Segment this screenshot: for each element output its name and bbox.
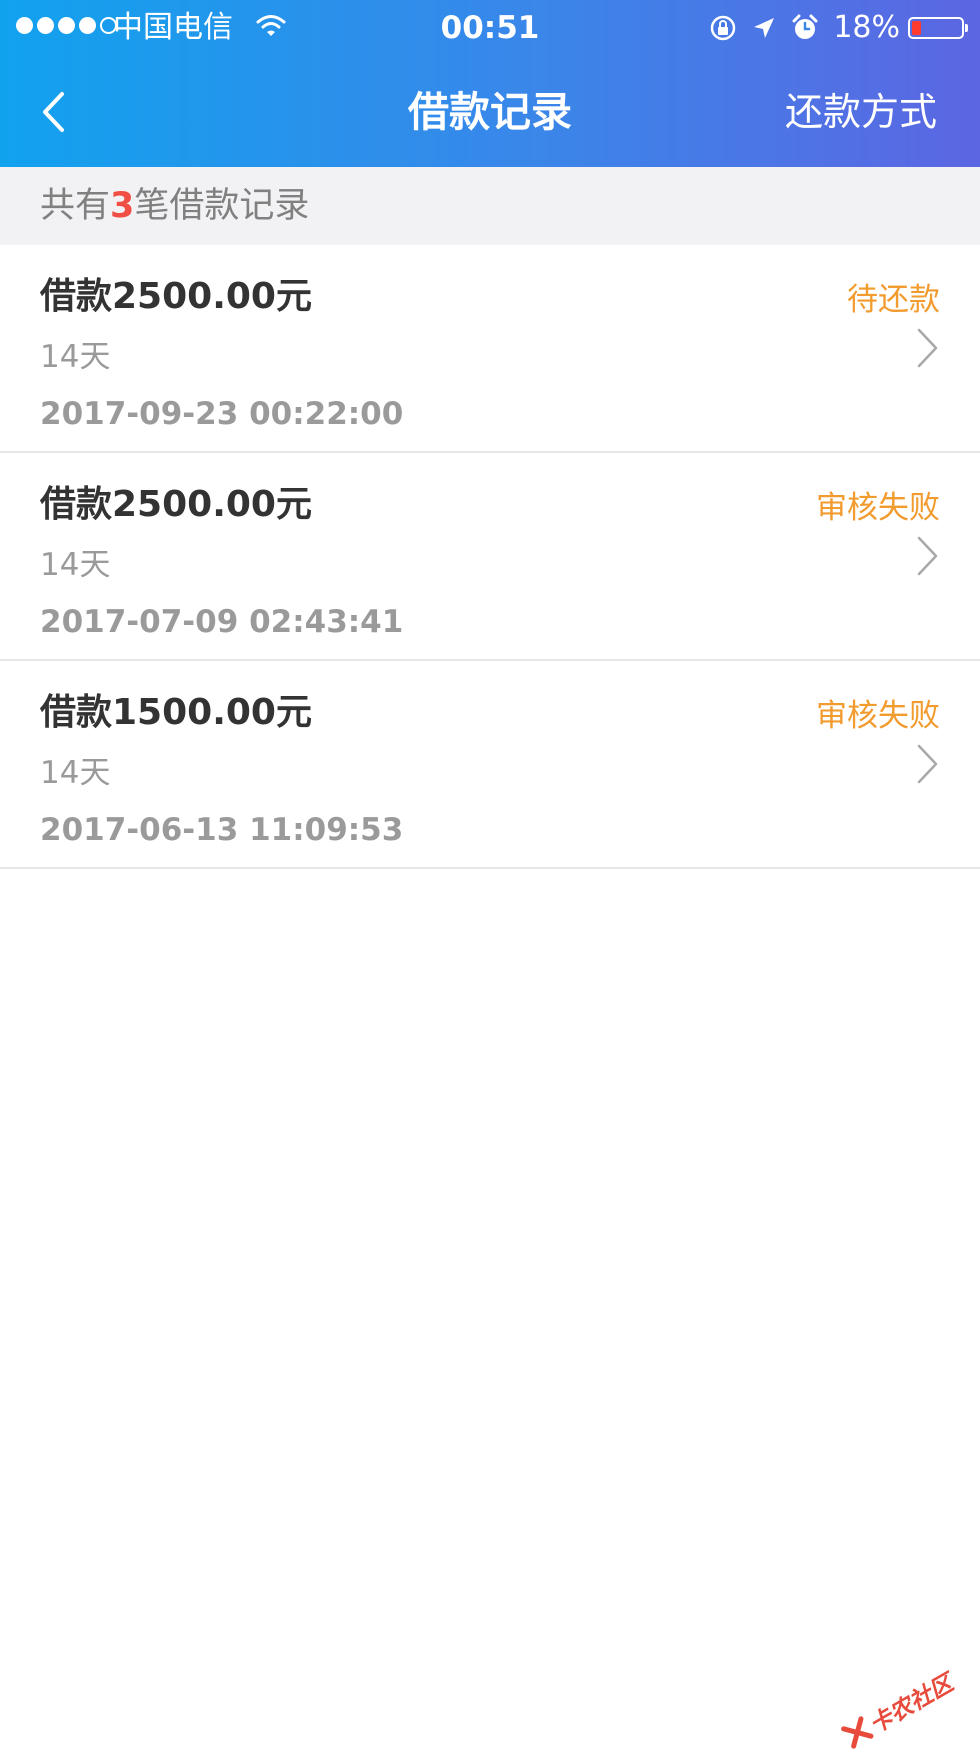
rotation-lock-icon <box>709 14 737 42</box>
navigation-bar: 借款记录 还款方式 <box>0 56 980 167</box>
loan-datetime: 2017-06-13 11:09:53 <box>40 812 404 848</box>
loan-amount: 借款2500.00元 <box>40 276 312 317</box>
summary-suffix: 笔借款记录 <box>134 186 310 226</box>
status-bar: 中国电信 00:51 18% <box>0 0 980 56</box>
loan-status: 审核失败 <box>816 490 940 526</box>
loan-period: 14天 <box>40 339 111 375</box>
watermark-logo: 卡农社区 <box>838 1664 959 1753</box>
loan-status: 审核失败 <box>816 698 940 734</box>
records-summary: 共有3笔借款记录 <box>0 167 980 245</box>
chevron-left-icon <box>43 92 64 132</box>
repayment-method-button[interactable]: 还款方式 <box>785 84 937 140</box>
back-button[interactable] <box>28 84 78 140</box>
location-arrow-icon <box>751 15 777 41</box>
alarm-icon <box>791 14 819 42</box>
loan-period: 14天 <box>40 755 111 791</box>
summary-count: 3 <box>110 186 135 226</box>
battery-icon <box>908 17 968 39</box>
loan-period: 14天 <box>40 547 111 583</box>
loan-record-row[interactable]: 借款2500.00元 14天 2017-07-09 02:43:41 审核失败 <box>0 453 980 661</box>
loan-datetime: 2017-09-23 00:22:00 <box>40 396 404 432</box>
chevron-right-icon <box>917 744 938 784</box>
loan-record-row[interactable]: 借款2500.00元 14天 2017-09-23 00:22:00 待还款 <box>0 245 980 453</box>
summary-prefix: 共有 <box>40 186 111 226</box>
loan-amount: 借款1500.00元 <box>40 692 312 733</box>
loan-amount: 借款2500.00元 <box>40 484 312 525</box>
chevron-right-icon <box>917 328 938 368</box>
loan-records-list: 借款2500.00元 14天 2017-09-23 00:22:00 待还款 借… <box>0 245 980 869</box>
watermark-text: 卡农社区 <box>865 1670 958 1739</box>
battery-percentage: 18% <box>833 10 900 45</box>
loan-datetime: 2017-07-09 02:43:41 <box>40 604 404 640</box>
loan-status: 待还款 <box>847 282 940 318</box>
battery-level <box>912 21 921 35</box>
app-header: 中国电信 00:51 18% 借款记录 还款方式 <box>0 0 980 167</box>
loan-record-row[interactable]: 借款1500.00元 14天 2017-06-13 11:09:53 审核失败 <box>0 661 980 869</box>
chevron-right-icon <box>917 536 938 576</box>
